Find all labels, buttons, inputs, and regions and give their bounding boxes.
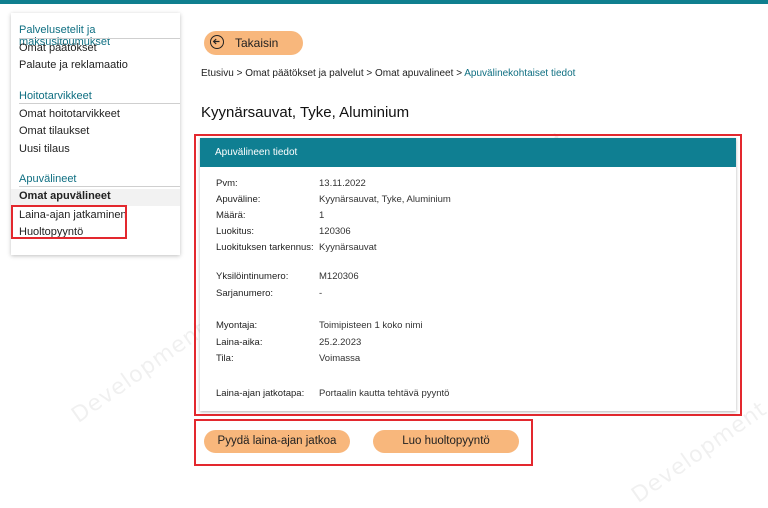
breadcrumb-separator: > [456,68,463,79]
watermark: Development [67,316,212,429]
field-label-apuvaline: Apuväline: [216,194,261,205]
sidebar-item-omat-apuvalineet[interactable]: Omat apuvälineet [11,189,180,206]
field-value-laina-aika: 25.2.2023 [319,337,362,348]
sidebar-divider [19,103,180,104]
field-value-luokituksen-tarkennus: Kyynärsauvat [319,242,377,253]
sidebar-section-title-hoitotarvikkeet: Hoitotarvikkeet [19,90,92,102]
card-header: Apuvälineen tiedot [200,138,736,167]
page-title: Kyynärsauvat, Tyke, Aluminium [201,104,410,121]
arrow-left-circle-icon [210,35,224,49]
field-value-luokitus: 120306 [319,226,351,237]
field-value-apuvaline: Kyynärsauvat, Tyke, Aluminium [319,194,451,205]
breadcrumb-current: Apuvälinekohtaiset tiedot [464,68,576,79]
sidebar-divider [19,186,180,187]
field-value-sarjanumero: - [319,288,323,299]
field-label-tila: Tila: [216,353,234,364]
field-label-sarjanumero: Sarjanumero: [216,288,274,299]
device-details-card: Apuvälineen tiedot Pvm: 13.11.2022 Apuvä… [200,138,736,411]
field-value-pvm: 13.11.2022 [319,178,366,189]
field-value-yksilointinumero: M120306 [319,271,359,282]
sidebar-item-omat-paatokset[interactable]: Omat päätökset [19,42,97,54]
top-accent-bar [0,0,768,4]
breadcrumb-link-omat-paatokset[interactable]: Omat päätökset ja palvelut [245,68,363,79]
sidebar-item-uusi-tilaus[interactable]: Uusi tilaus [19,143,70,155]
field-value-maara: 1 [319,210,325,221]
highlight-box-sidebar [11,205,127,239]
breadcrumb-separator: > [236,68,243,79]
sidebar-item-label: Omat apuvälineet [19,190,111,202]
field-label-myontaja: Myontaja: [216,320,258,331]
card-body: Pvm: 13.11.2022 Apuväline: Kyynärsauvat,… [200,167,736,411]
create-service-request-button[interactable]: Luo huoltopyyntö [373,430,519,453]
field-label-yksilointinumero: Yksilöintinumero: [216,271,289,282]
sidebar-item-palaute[interactable]: Palaute ja reklamaatio [19,59,128,71]
field-label-pvm: Pvm: [216,178,238,189]
breadcrumb-separator: > [366,68,373,79]
sidebar-divider [19,38,180,39]
field-label-luokitus: Luokitus: [216,226,255,237]
sidebar-item-omat-tilaukset[interactable]: Omat tilaukset [19,125,89,137]
back-button-label: Takaisin [235,36,279,50]
field-value-myontaja: Toimipisteen 1 koko nimi [319,320,423,331]
request-loan-extension-button[interactable]: Pyydä laina-ajan jatkoa [204,430,350,453]
field-label-laina-ajan-jatkotapa: Laina-ajan jatkotapa: [216,388,305,399]
sidebar-section-title-apuvalineet: Apuvälineet [19,173,77,185]
field-label-luokituksen-tarkennus: Luokituksen tarkennus: [216,242,314,253]
breadcrumb: Etusivu > Omat päätökset ja palvelut > O… [201,68,575,79]
field-label-maara: Määrä: [216,210,246,221]
breadcrumb-link-omat-apuvalineet[interactable]: Omat apuvalineet [375,68,453,79]
field-value-laina-ajan-jatkotapa: Portaalin kautta tehtävä pyyntö [319,388,450,399]
breadcrumb-link-etusivu[interactable]: Etusivu [201,68,234,79]
field-label-laina-aika: Laina-aika: [216,337,263,348]
field-value-tila: Voimassa [319,353,361,364]
sidebar-item-omat-hoitotarvikkeet[interactable]: Omat hoitotarvikkeet [19,108,120,120]
back-button[interactable]: Takaisin [204,31,303,55]
card-title: Apuvälineen tiedot [215,147,298,158]
